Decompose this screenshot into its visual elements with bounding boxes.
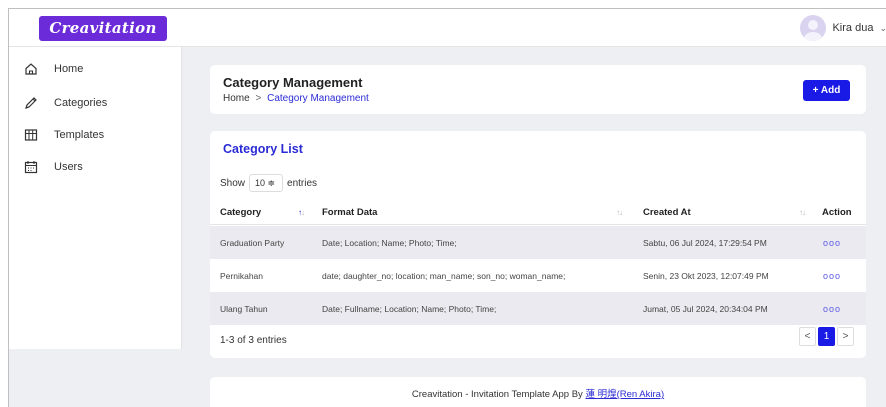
grid-icon: [24, 129, 38, 141]
column-header-action: Action: [822, 207, 852, 218]
user-menu[interactable]: Kira dua ⌄: [800, 15, 886, 41]
sidebar: Home Categories Templates Users: [9, 47, 182, 349]
show-label: Show: [220, 177, 246, 189]
table-info: 1-3 of 3 entries: [220, 335, 287, 346]
sidebar-item-label: Templates: [54, 129, 105, 141]
page-button-1[interactable]: 1: [818, 327, 835, 346]
sidebar-item-label: Home: [54, 63, 84, 75]
sidebar-item-home[interactable]: Home: [9, 57, 182, 83]
sort-icon[interactable]: ↑↓: [799, 208, 806, 217]
breadcrumb-separator: >: [255, 93, 262, 104]
cell-category: Pernikahan: [220, 270, 264, 281]
footer: Creavitation - Invitation Template App B…: [210, 377, 866, 407]
sidebar-item-label: Users: [54, 161, 83, 173]
author-link[interactable]: 蓮 明煌(Ren Akira): [585, 389, 664, 400]
cell-created: Senin, 23 Okt 2023, 12:07:49 PM: [643, 270, 769, 281]
top-bar: Creavitation Kira dua ⌄: [9, 9, 886, 47]
entries-label: entries: [287, 177, 318, 189]
column-header-created[interactable]: Created At: [643, 201, 691, 224]
add-button[interactable]: + Add: [803, 80, 850, 101]
calendar-icon: [24, 161, 38, 174]
next-page-button[interactable]: >: [837, 327, 854, 346]
pen-icon: [25, 97, 37, 109]
avatar[interactable]: [800, 15, 827, 41]
breadcrumb-home[interactable]: Home: [223, 93, 250, 104]
sidebar-item-label: Categories: [54, 97, 108, 109]
cell-created: Sabtu, 06 Jul 2024, 17:29:54 PM: [643, 237, 767, 248]
user-name[interactable]: Kira dua: [832, 22, 873, 34]
category-list-card: Category List Show 10 ≑ entries Category…: [210, 131, 866, 358]
sidebar-item-categories[interactable]: Categories: [9, 91, 182, 117]
chevron-down-icon[interactable]: ⌄: [879, 23, 886, 34]
breadcrumb: Home > Category Management: [223, 93, 369, 104]
cell-format: Date; Location; Name; Photo; Time;: [322, 237, 457, 248]
cell-format: Date; Fullname; Location; Name; Photo; T…: [322, 303, 497, 314]
app-frame: Creavitation Kira dua ⌄ Home Categories …: [8, 8, 886, 407]
cell-category: Ulang Tahun: [220, 303, 268, 314]
sort-icon[interactable]: ↑↓: [616, 208, 623, 217]
sidebar-item-templates[interactable]: Templates: [9, 123, 182, 149]
footer-credit: Creavitation - Invitation Template App B…: [411, 389, 586, 400]
page-header-card: Category Management Home > Category Mana…: [210, 65, 866, 114]
sidebar-item-users[interactable]: Users: [9, 155, 182, 181]
breadcrumb-current[interactable]: Category Management: [267, 93, 369, 104]
home-icon: [25, 63, 37, 75]
table-row: Graduation Party Date; Location; Name; P…: [210, 226, 866, 259]
column-header-category[interactable]: Category: [220, 201, 261, 224]
entries-control: Show 10 ≑ entries: [220, 174, 317, 192]
footer-text: Creavitation - Invitation Template App B…: [210, 386, 866, 400]
cell-format: date; daughter_no; location; man_name; s…: [322, 270, 566, 281]
list-title: Category List: [223, 142, 303, 156]
column-header-format[interactable]: Format Data: [322, 201, 377, 224]
pagination: < 1 >: [799, 327, 854, 346]
table-header: Category ↑↓ Format Data ↑↓ Created At ↑↓…: [210, 201, 866, 225]
prev-page-button[interactable]: <: [799, 327, 816, 346]
table-row: Pernikahan date; daughter_no; location; …: [210, 259, 866, 292]
more-actions-icon[interactable]: ooo: [823, 292, 841, 325]
cell-category: Graduation Party: [220, 237, 285, 248]
app-logo[interactable]: Creavitation: [39, 16, 167, 41]
more-actions-icon[interactable]: ooo: [823, 226, 841, 259]
more-actions-icon[interactable]: ooo: [823, 259, 841, 292]
cell-created: Jumat, 05 Jul 2024, 20:34:04 PM: [643, 303, 768, 314]
table-row: Ulang Tahun Date; Fullname; Location; Na…: [210, 292, 866, 325]
page-title: Category Management: [223, 75, 363, 90]
entries-select[interactable]: 10 ≑: [249, 174, 284, 192]
sort-icon[interactable]: ↑↓: [298, 208, 305, 217]
